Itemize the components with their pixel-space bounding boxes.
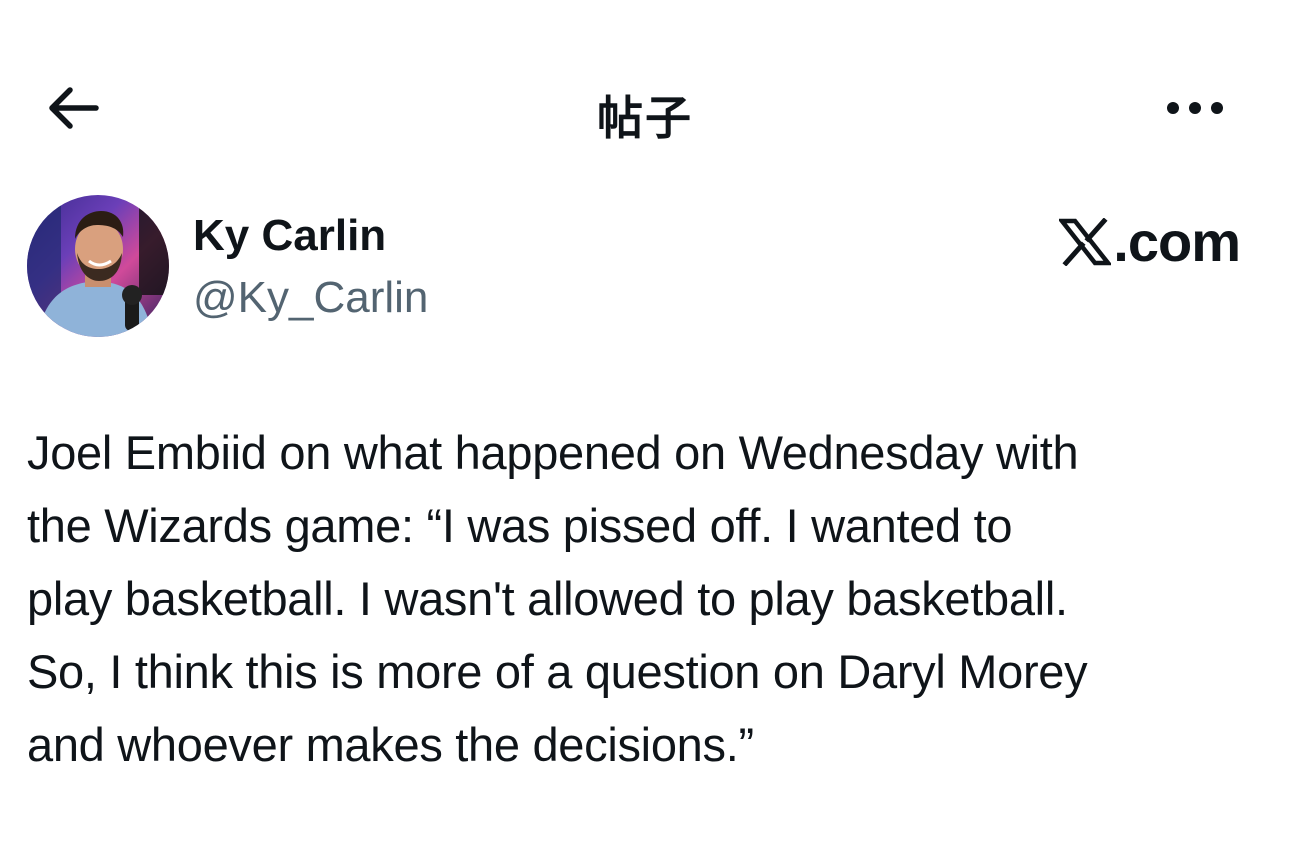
author-name[interactable]: Ky Carlin: [193, 211, 386, 261]
post-body-text: Joel Embiid on what happened on Wednesda…: [27, 426, 1088, 771]
top-nav-bar: 帖子: [0, 60, 1290, 160]
author-handle[interactable]: @Ky_Carlin: [193, 273, 428, 323]
site-label: .com: [1113, 210, 1241, 273]
user-avatar: [27, 195, 169, 337]
x-logo-icon: [1059, 217, 1112, 266]
site-watermark: .com: [1059, 209, 1241, 274]
post-author-header: Ky Carlin @Ky_Carlin .com: [27, 195, 1267, 340]
avatar[interactable]: [27, 195, 169, 337]
more-horizontal-icon: [1167, 102, 1223, 114]
page-title: 帖子: [597, 91, 693, 145]
post-detail-page: 帖子 Ky Carlin @Ky_Carlin .com Joel Embiid…: [0, 0, 1290, 864]
more-options-button[interactable]: [1158, 86, 1232, 130]
